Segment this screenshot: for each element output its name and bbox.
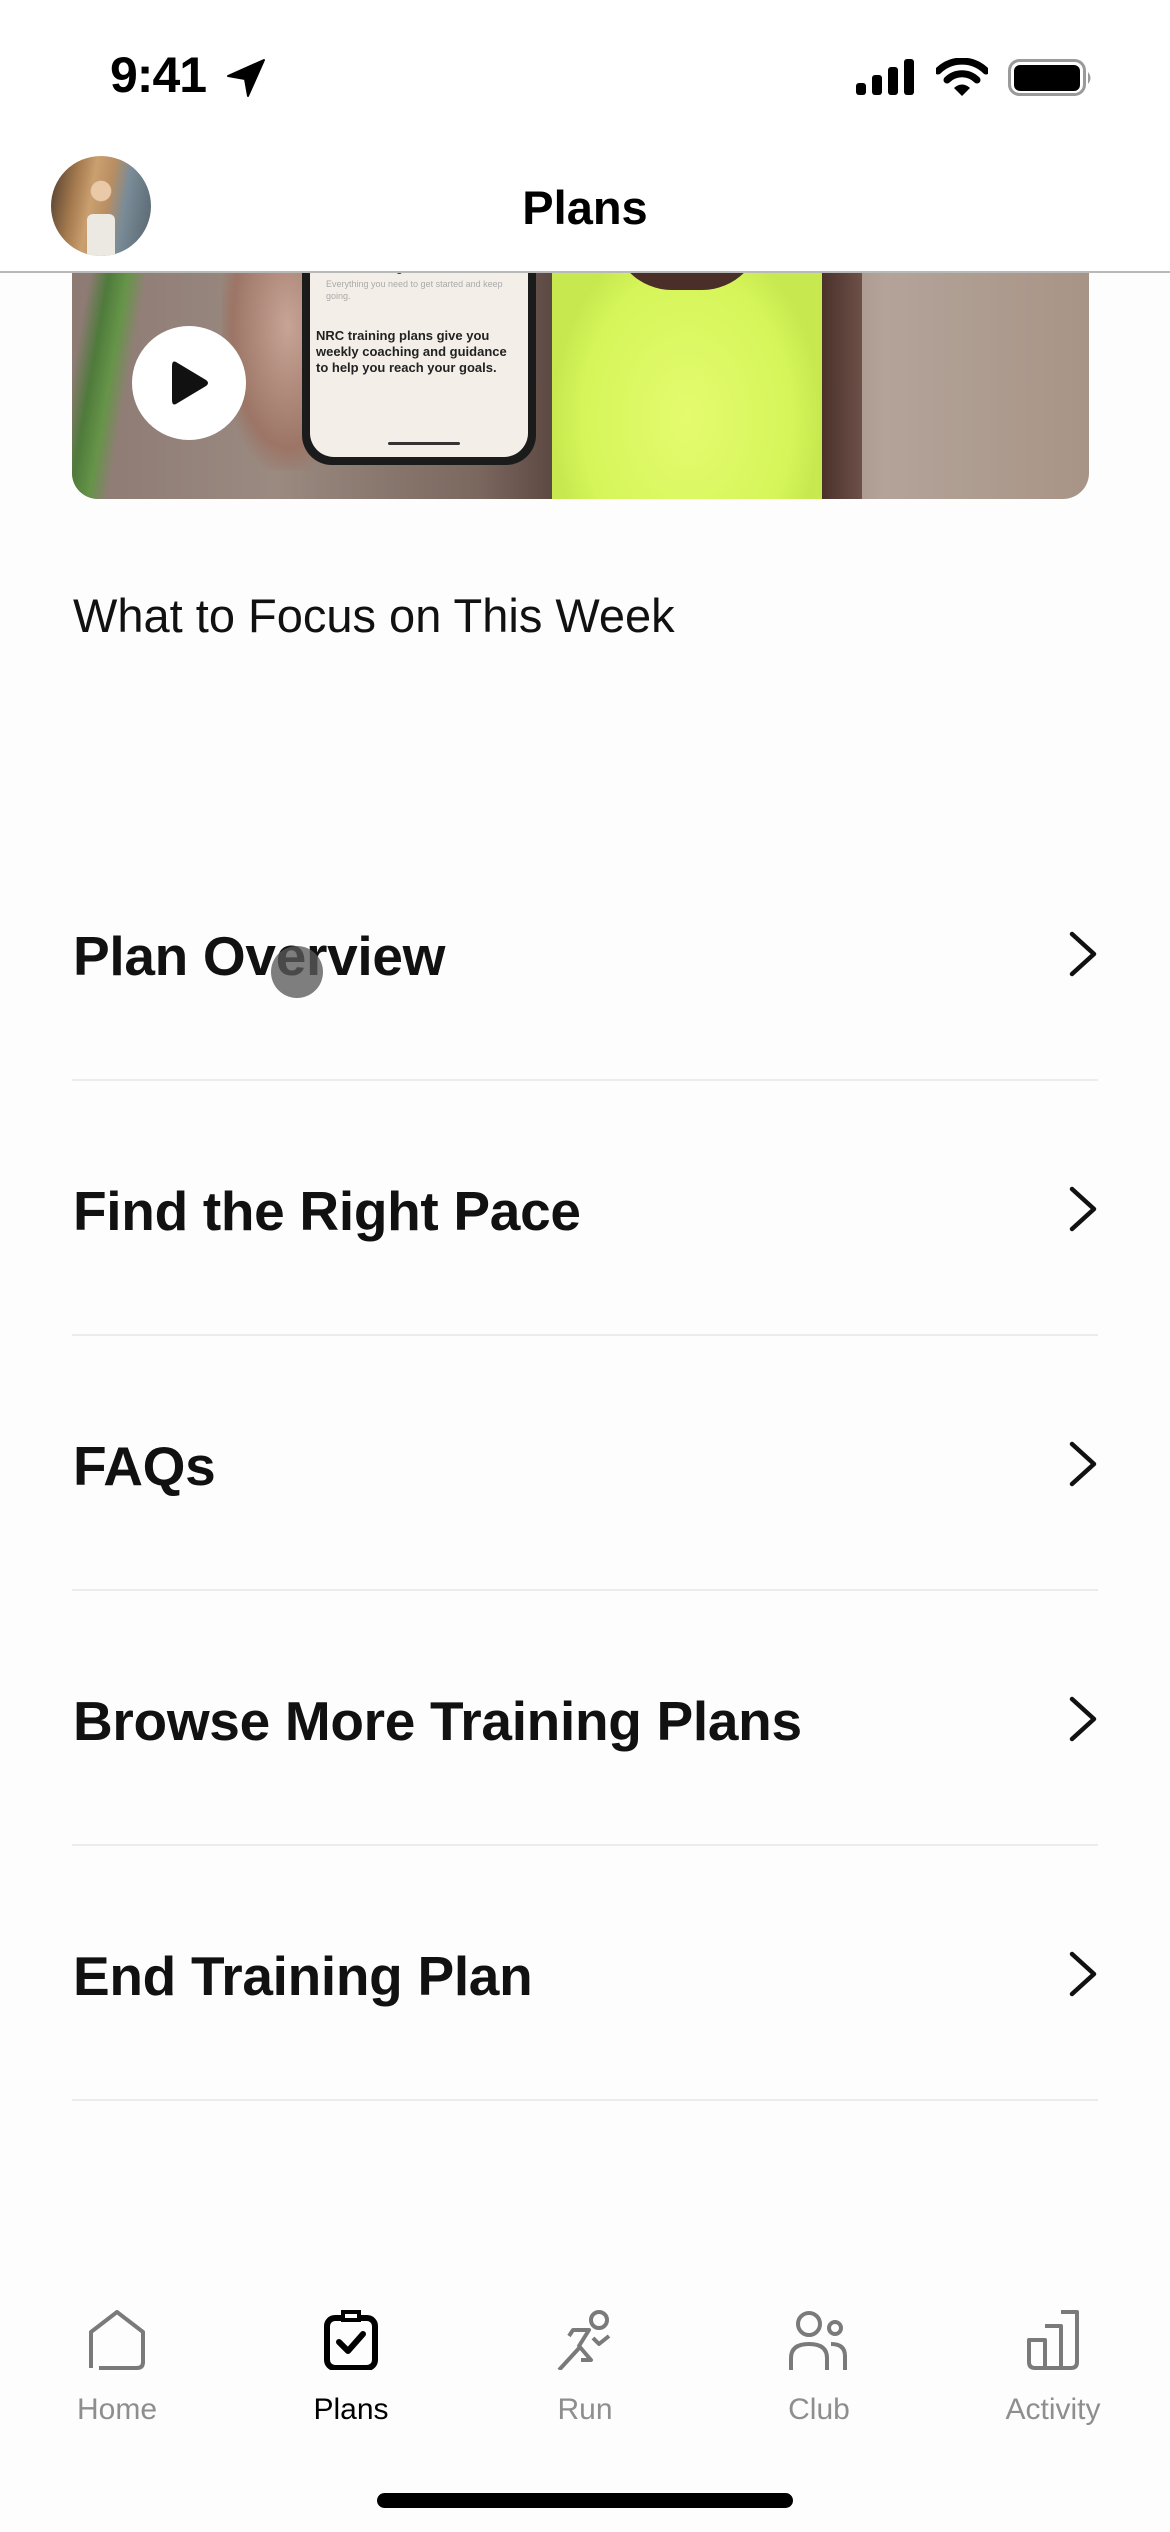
tab-plans[interactable]: Plans <box>234 2270 468 2450</box>
home-icon <box>89 2310 145 2370</box>
location-arrow-icon <box>227 59 265 97</box>
menu-item-label: Plan Overview <box>73 925 446 987</box>
people-icon <box>789 2311 847 2370</box>
phone-body-text: NRC training plans give you weekly coach… <box>316 328 507 375</box>
chevron-right-icon <box>1069 1186 1097 1232</box>
menu-item-label: Find the Right Pace <box>73 1180 581 1242</box>
menu-item-label: End Training Plan <box>73 1945 533 2007</box>
menu-item-find-right-pace[interactable]: Find the Right Pace <box>72 1081 1098 1336</box>
chevron-right-icon <box>1069 1696 1097 1742</box>
menu-item-faqs[interactable]: FAQs <box>72 1336 1098 1591</box>
section-title: What to Focus on This Week <box>73 589 675 642</box>
tab-run[interactable]: Run <box>468 2270 702 2450</box>
play-icon <box>172 361 208 405</box>
status-bar: 9:41 <box>0 0 1170 150</box>
home-indicator[interactable] <box>377 2493 793 2508</box>
tab-label: Home <box>76 2393 158 2426</box>
tab-label: Club <box>788 2393 850 2426</box>
runner-icon <box>557 2310 611 2370</box>
touch-indicator <box>271 946 323 998</box>
tab-label: Activity <box>1005 2393 1101 2426</box>
menu-item-label: Browse More Training Plans <box>73 1690 802 1752</box>
plan-menu-list: Plan Overview Find the Right Pace FAQs B… <box>72 826 1098 2101</box>
tab-activity[interactable]: Activity <box>936 2270 1170 2450</box>
menu-item-label: FAQs <box>73 1435 216 1497</box>
bar-chart-icon <box>1027 2310 1079 2370</box>
tab-bar: Home Plans Run Club Activity <box>0 2270 1170 2450</box>
menu-item-browse-plans[interactable]: Browse More Training Plans <box>72 1591 1098 1846</box>
tab-label: Plans <box>313 2393 389 2426</box>
clipboard-check-icon <box>324 2310 378 2370</box>
tab-club[interactable]: Club <box>702 2270 936 2450</box>
tab-home[interactable]: Home <box>0 2270 234 2450</box>
phone-plan-subtitle: Everything you need to get started and k… <box>326 279 503 301</box>
menu-item-end-plan[interactable]: End Training Plan <box>72 1846 1098 2101</box>
cellular-signal-icon <box>856 59 914 95</box>
page-title: Plans <box>522 181 648 234</box>
nav-header: Plans <box>0 150 1170 273</box>
phone-home-bar <box>388 442 460 445</box>
battery-icon <box>1008 59 1091 96</box>
status-time: 9:41 <box>110 47 207 103</box>
tab-label: Run <box>557 2393 613 2426</box>
wifi-icon <box>936 58 988 96</box>
chevron-right-icon <box>1069 1441 1097 1487</box>
chevron-right-icon <box>1069 931 1097 977</box>
menu-item-plan-overview[interactable]: Plan Overview <box>72 826 1098 1081</box>
play-button[interactable] <box>132 326 246 440</box>
chevron-right-icon <box>1069 1951 1097 1997</box>
